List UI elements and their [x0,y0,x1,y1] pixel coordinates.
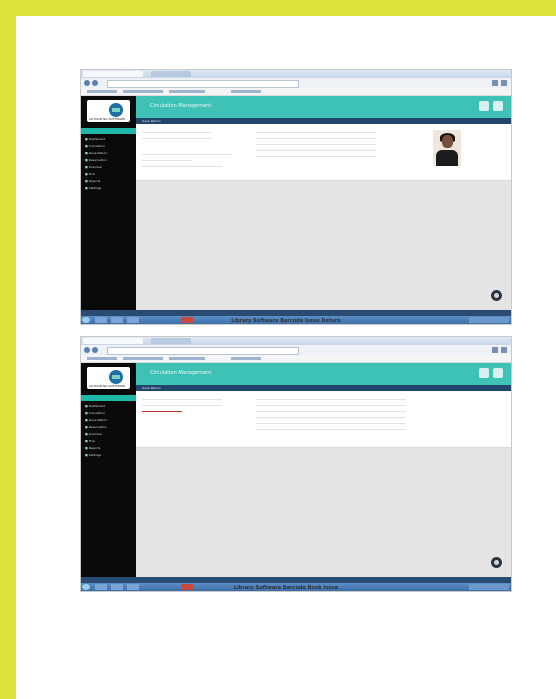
document-page: AUTOLIB NG SOFTWARE Dashboard Circulatio… [16,16,556,699]
browser-screenshot-book-issue: AUTOLIB NG SOFTWARE Dashboard Circulatio… [80,336,512,592]
app-header: Circulation Management [136,96,511,118]
help-fab-icon[interactable] [490,289,503,302]
detail-row [256,411,406,412]
logo-text: AUTOLIB NG SOFTWARE [89,117,126,121]
content-area [136,448,511,577]
error-message [142,411,182,412]
accession-field[interactable] [142,138,212,139]
panel-header: Issue Return [142,119,161,123]
content-area [136,181,511,310]
library-app: AUTOLIB NG SOFTWARE Dashboard Circulatio… [81,96,511,310]
browser-titlebar [81,337,511,345]
sidebar-menu: Dashboard Circulation Issue Return Reser… [81,128,136,191]
figure-caption: Library Software Barcode Issue Return [231,318,341,324]
nav-buttons[interactable] [84,347,102,353]
logo-mark-icon [109,370,123,384]
nav-buttons[interactable] [84,80,102,86]
sidebar-menu: Dashboard Circulation Issue Return Reser… [81,395,136,458]
app-logo[interactable]: AUTOLIB NG SOFTWARE [87,100,130,122]
browser-tab[interactable] [83,338,143,344]
bell-icon[interactable] [493,101,503,111]
sidebar-item-fine[interactable]: Fine [85,172,132,177]
app-header: Circulation Management [136,363,511,385]
member-id-field[interactable] [142,132,212,133]
library-app: AUTOLIB NG SOFTWARE Dashboard Circulatio… [81,363,511,577]
browser-toolbar-icons[interactable] [492,347,507,353]
detail-row [256,156,376,157]
logo-mark-icon [109,103,123,117]
browser-tab[interactable] [83,71,143,77]
detail-row [256,423,406,424]
sidebar-item-settings[interactable]: Settings [85,186,132,191]
sidebar-item-issue-return[interactable]: Issue Return [85,418,132,423]
sidebar-item-issue-return[interactable]: Issue Return [85,151,132,156]
member-details-row [142,166,222,167]
sidebar-item-reservation[interactable]: Reservation [85,158,132,163]
browser-screenshot-issue-return: AUTOLIB NG SOFTWARE Dashboard Circulatio… [80,69,512,325]
sidebar-menu-header [81,128,136,134]
sidebar-item-circulation[interactable]: Circulation [85,411,132,416]
bell-icon[interactable] [493,368,503,378]
detail-row [256,138,376,139]
url-field[interactable] [107,347,299,355]
sidebar-item-circulation[interactable]: Circulation [85,144,132,149]
sidebar-item-reports[interactable]: Reports [85,446,132,451]
detail-row [256,132,376,133]
sidebar-menu-header [81,395,136,401]
sidebar: AUTOLIB NG SOFTWARE Dashboard Circulatio… [81,96,136,310]
figure-caption: Library Software Barcode Book Issue [233,585,339,591]
detail-row [256,150,376,151]
detail-row [256,405,406,406]
sidebar-item-overdue[interactable]: Overdue [85,432,132,437]
browser-address-bar [81,78,511,88]
member-photo [433,130,461,166]
page-title: Circulation Management [150,370,212,376]
detail-row [256,144,376,145]
panel-header: Issue Return [142,386,161,390]
member-id-field[interactable] [142,399,222,400]
user-icon[interactable] [479,101,489,111]
issue-return-form [136,124,511,181]
browser-toolbar-icons[interactable] [492,80,507,86]
detail-row [256,417,406,418]
page-title: Circulation Management [150,103,212,109]
sidebar-item-dashboard[interactable]: Dashboard [85,137,132,142]
sidebar: AUTOLIB NG SOFTWARE Dashboard Circulatio… [81,363,136,577]
member-details-row [142,154,232,155]
help-fab-icon[interactable] [490,556,503,569]
detail-row [256,429,406,430]
url-field[interactable] [107,80,299,88]
member-details-row [142,160,192,161]
sidebar-item-overdue[interactable]: Overdue [85,165,132,170]
app-logo[interactable]: AUTOLIB NG SOFTWARE [87,367,130,389]
browser-tab[interactable] [151,338,191,344]
browser-tab[interactable] [151,71,191,77]
detail-row [256,399,406,400]
sidebar-item-dashboard[interactable]: Dashboard [85,404,132,409]
sidebar-item-reports[interactable]: Reports [85,179,132,184]
accession-field[interactable] [142,405,222,406]
browser-address-bar [81,345,511,355]
sidebar-item-fine[interactable]: Fine [85,439,132,444]
user-icon[interactable] [479,368,489,378]
browser-titlebar [81,70,511,78]
bookmarks-bar [81,355,511,363]
bookmarks-bar [81,88,511,96]
logo-text: AUTOLIB NG SOFTWARE [89,384,126,388]
book-issue-form [136,391,511,448]
sidebar-item-reservation[interactable]: Reservation [85,425,132,430]
sidebar-item-settings[interactable]: Settings [85,453,132,458]
